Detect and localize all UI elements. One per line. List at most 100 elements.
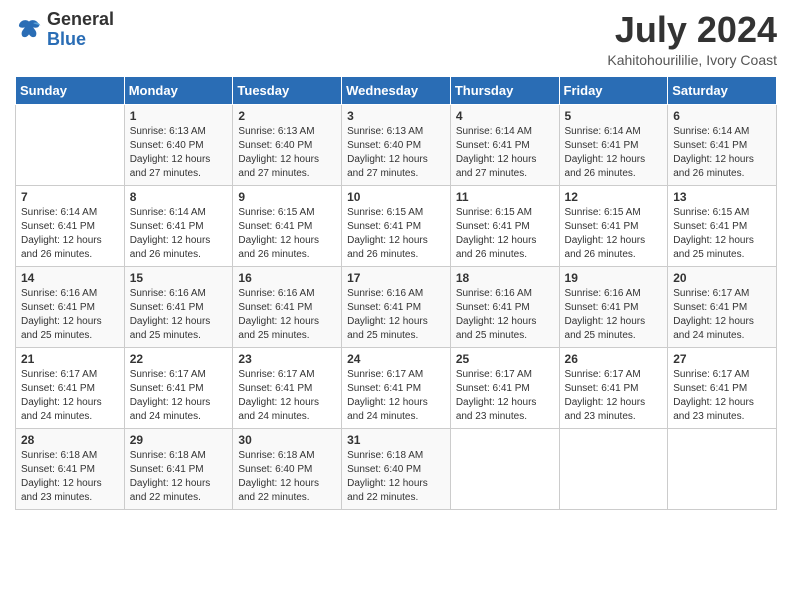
day-info: Sunrise: 6:18 AM Sunset: 6:40 PM Dayligh… bbox=[347, 449, 445, 505]
table-row: 10 Sunrise: 6:15 AM Sunset: 6:41 PM Dayli… bbox=[342, 185, 451, 266]
day-info: Sunrise: 6:15 AM Sunset: 6:41 PM Dayligh… bbox=[238, 206, 336, 262]
day-info: Sunrise: 6:16 AM Sunset: 6:41 PM Dayligh… bbox=[238, 287, 336, 343]
day-number: 12 bbox=[565, 190, 663, 204]
month-title: July 2024 bbox=[607, 10, 777, 50]
day-number: 7 bbox=[21, 190, 119, 204]
day-number: 27 bbox=[673, 352, 771, 366]
day-info: Sunrise: 6:15 AM Sunset: 6:41 PM Dayligh… bbox=[565, 206, 663, 262]
day-number: 10 bbox=[347, 190, 445, 204]
table-row: 18 Sunrise: 6:16 AM Sunset: 6:41 PM Dayli… bbox=[450, 266, 559, 347]
table-row: 3Sunrise: 6:13 AM Sunset: 6:40 PM Daylig… bbox=[342, 104, 451, 185]
table-row: 21Sunrise: 6:17 AM Sunset: 6:41 PM Dayli… bbox=[16, 347, 125, 428]
day-info: Sunrise: 6:15 AM Sunset: 6:41 PM Dayligh… bbox=[347, 206, 445, 262]
location: Kahitohourililie, Ivory Coast bbox=[607, 52, 777, 68]
day-info: Sunrise: 6:17 AM Sunset: 6:41 PM Dayligh… bbox=[673, 368, 771, 424]
day-number: 14 bbox=[21, 271, 119, 285]
day-number: 4 bbox=[456, 109, 554, 123]
table-row: 14 Sunrise: 6:16 AM Sunset: 6:41 PM Dayli… bbox=[16, 266, 125, 347]
logo-text: General Blue bbox=[47, 10, 114, 50]
day-info: Sunrise: 6:14 AM Sunset: 6:41 PM Dayligh… bbox=[673, 125, 771, 181]
day-number: 8 bbox=[130, 190, 228, 204]
table-row: 1Sunrise: 6:13 AM Sunset: 6:40 PM Daylig… bbox=[124, 104, 233, 185]
day-info: Sunrise: 6:14 AM Sunset: 6:41 PM Dayligh… bbox=[565, 125, 663, 181]
header: General Blue July 2024 Kahitohourililie,… bbox=[15, 10, 777, 68]
day-number: 2 bbox=[238, 109, 336, 123]
col-sunday: Sunday bbox=[16, 76, 125, 104]
col-wednesday: Wednesday bbox=[342, 76, 451, 104]
table-row bbox=[450, 428, 559, 509]
col-tuesday: Tuesday bbox=[233, 76, 342, 104]
table-row: 19Sunrise: 6:16 AM Sunset: 6:41 PM Dayli… bbox=[559, 266, 668, 347]
table-row: 13 Sunrise: 6:15 AM Sunset: 6:41 PM Dayli… bbox=[668, 185, 777, 266]
day-number: 15 bbox=[130, 271, 228, 285]
table-row: 28Sunrise: 6:18 AM Sunset: 6:41 PM Dayli… bbox=[16, 428, 125, 509]
day-info: Sunrise: 6:18 AM Sunset: 6:40 PM Dayligh… bbox=[238, 449, 336, 505]
col-thursday: Thursday bbox=[450, 76, 559, 104]
day-number: 29 bbox=[130, 433, 228, 447]
table-row: 2 Sunrise: 6:13 AM Sunset: 6:40 PM Daylig… bbox=[233, 104, 342, 185]
day-number: 25 bbox=[456, 352, 554, 366]
table-row: 30 Sunrise: 6:18 AM Sunset: 6:40 PM Dayli… bbox=[233, 428, 342, 509]
day-info: Sunrise: 6:15 AM Sunset: 6:41 PM Dayligh… bbox=[456, 206, 554, 262]
calendar-week-row: 28Sunrise: 6:18 AM Sunset: 6:41 PM Dayli… bbox=[16, 428, 777, 509]
day-info: Sunrise: 6:14 AM Sunset: 6:41 PM Dayligh… bbox=[21, 206, 119, 262]
day-number: 17 bbox=[347, 271, 445, 285]
day-number: 30 bbox=[238, 433, 336, 447]
day-info: Sunrise: 6:16 AM Sunset: 6:41 PM Dayligh… bbox=[456, 287, 554, 343]
title-block: July 2024 Kahitohourililie, Ivory Coast bbox=[607, 10, 777, 68]
day-info: Sunrise: 6:17 AM Sunset: 6:41 PM Dayligh… bbox=[21, 368, 119, 424]
day-number: 3 bbox=[347, 109, 445, 123]
day-info: Sunrise: 6:14 AM Sunset: 6:41 PM Dayligh… bbox=[456, 125, 554, 181]
table-row: 4 Sunrise: 6:14 AM Sunset: 6:41 PM Daylig… bbox=[450, 104, 559, 185]
table-row: 27 Sunrise: 6:17 AM Sunset: 6:41 PM Dayli… bbox=[668, 347, 777, 428]
day-number: 9 bbox=[238, 190, 336, 204]
table-row: 23Sunrise: 6:17 AM Sunset: 6:41 PM Dayli… bbox=[233, 347, 342, 428]
day-info: Sunrise: 6:14 AM Sunset: 6:41 PM Dayligh… bbox=[130, 206, 228, 262]
col-saturday: Saturday bbox=[668, 76, 777, 104]
table-row: 26Sunrise: 6:17 AM Sunset: 6:41 PM Dayli… bbox=[559, 347, 668, 428]
calendar-table: Sunday Monday Tuesday Wednesday Thursday… bbox=[15, 76, 777, 510]
logo-general-text: General bbox=[47, 10, 114, 30]
day-info: Sunrise: 6:17 AM Sunset: 6:41 PM Dayligh… bbox=[673, 287, 771, 343]
day-info: Sunrise: 6:13 AM Sunset: 6:40 PM Dayligh… bbox=[238, 125, 336, 181]
day-info: Sunrise: 6:17 AM Sunset: 6:41 PM Dayligh… bbox=[456, 368, 554, 424]
table-row: 5Sunrise: 6:14 AM Sunset: 6:41 PM Daylig… bbox=[559, 104, 668, 185]
table-row: 9 Sunrise: 6:15 AM Sunset: 6:41 PM Daylig… bbox=[233, 185, 342, 266]
table-row bbox=[668, 428, 777, 509]
table-row: 29Sunrise: 6:18 AM Sunset: 6:41 PM Dayli… bbox=[124, 428, 233, 509]
day-number: 22 bbox=[130, 352, 228, 366]
calendar-week-row: 7 Sunrise: 6:14 AM Sunset: 6:41 PM Daylig… bbox=[16, 185, 777, 266]
day-number: 16 bbox=[238, 271, 336, 285]
day-info: Sunrise: 6:17 AM Sunset: 6:41 PM Dayligh… bbox=[347, 368, 445, 424]
table-row: 25 Sunrise: 6:17 AM Sunset: 6:41 PM Dayli… bbox=[450, 347, 559, 428]
day-number: 24 bbox=[347, 352, 445, 366]
logo: General Blue bbox=[15, 10, 114, 50]
day-info: Sunrise: 6:15 AM Sunset: 6:41 PM Dayligh… bbox=[673, 206, 771, 262]
logo-blue-text: Blue bbox=[47, 30, 114, 50]
table-row: 11Sunrise: 6:15 AM Sunset: 6:41 PM Dayli… bbox=[450, 185, 559, 266]
col-monday: Monday bbox=[124, 76, 233, 104]
table-row: 7 Sunrise: 6:14 AM Sunset: 6:41 PM Daylig… bbox=[16, 185, 125, 266]
day-number: 19 bbox=[565, 271, 663, 285]
col-friday: Friday bbox=[559, 76, 668, 104]
day-number: 13 bbox=[673, 190, 771, 204]
day-number: 31 bbox=[347, 433, 445, 447]
day-number: 18 bbox=[456, 271, 554, 285]
day-info: Sunrise: 6:16 AM Sunset: 6:41 PM Dayligh… bbox=[347, 287, 445, 343]
table-row bbox=[559, 428, 668, 509]
table-row bbox=[16, 104, 125, 185]
day-info: Sunrise: 6:16 AM Sunset: 6:41 PM Dayligh… bbox=[21, 287, 119, 343]
table-row: 15Sunrise: 6:16 AM Sunset: 6:41 PM Dayli… bbox=[124, 266, 233, 347]
calendar-header-row: Sunday Monday Tuesday Wednesday Thursday… bbox=[16, 76, 777, 104]
day-number: 6 bbox=[673, 109, 771, 123]
day-number: 28 bbox=[21, 433, 119, 447]
day-info: Sunrise: 6:17 AM Sunset: 6:41 PM Dayligh… bbox=[130, 368, 228, 424]
table-row: 24 Sunrise: 6:17 AM Sunset: 6:41 PM Dayli… bbox=[342, 347, 451, 428]
table-row: 16 Sunrise: 6:16 AM Sunset: 6:41 PM Dayli… bbox=[233, 266, 342, 347]
day-number: 26 bbox=[565, 352, 663, 366]
page: General Blue July 2024 Kahitohourililie,… bbox=[0, 0, 792, 612]
day-number: 20 bbox=[673, 271, 771, 285]
calendar-week-row: 1Sunrise: 6:13 AM Sunset: 6:40 PM Daylig… bbox=[16, 104, 777, 185]
table-row: 6 Sunrise: 6:14 AM Sunset: 6:41 PM Daylig… bbox=[668, 104, 777, 185]
day-number: 23 bbox=[238, 352, 336, 366]
